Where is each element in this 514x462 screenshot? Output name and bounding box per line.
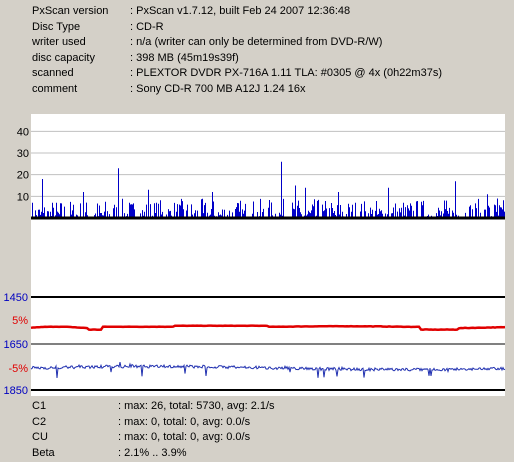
stat-label: C2 (32, 415, 47, 428)
info-label: disc capacity (32, 51, 95, 64)
info-value: : CD-R (130, 20, 164, 33)
c1-tick-label: 10 (17, 191, 29, 203)
info-label: Disc Type (32, 20, 81, 33)
jitter-tick-label: 1650 (4, 339, 28, 351)
info-value: : PLEXTOR DVDR PX-716A 1.11 TLA: #0305 @… (130, 67, 442, 79)
info-value: : 398 MB (45m19s39f) (130, 51, 239, 64)
stat-label: CU (32, 431, 48, 443)
scan-chart: 10 20 30 40 1450 1650 1850 5% -5% (0, 110, 514, 400)
plot-background (31, 114, 505, 396)
stat-value: : 2.1% .. 3.9% (118, 446, 187, 459)
stat-label: C1 (32, 400, 47, 412)
info-value: : n/a (writer can only be determined fro… (130, 36, 383, 48)
info-label: comment (32, 82, 78, 95)
jitter-tick-label: 1850 (4, 385, 28, 397)
c1-tick-label: 30 (17, 148, 29, 160)
jitter-tick-label: 1450 (4, 292, 28, 304)
stat-value: : max: 0, total: 0, avg: 0.0/s (118, 431, 251, 443)
scan-chart-svg: 10 20 30 40 1450 1650 1850 5% -5% (4, 114, 506, 397)
c1-tick-label: 20 (17, 170, 29, 182)
info-label: scanned (32, 67, 74, 79)
stat-value: : max: 0, total: 0, avg: 0.0/s (118, 415, 251, 428)
c1-tick-label: 40 (17, 126, 29, 138)
info-label: writer used (32, 36, 86, 48)
beta-tick-label: 5% (12, 315, 28, 327)
info-value: : PxScan v1.7.12, built Feb 24 2007 12:3… (130, 5, 351, 17)
info-value: : Sony CD-R 700 MB A12J 1.24 16x (130, 82, 306, 95)
stat-label: Beta (32, 446, 55, 459)
beta-tick-label: -5% (8, 363, 28, 375)
info-label: PxScan version (32, 5, 109, 17)
stat-value: : max: 26, total: 5730, avg: 2.1/s (118, 400, 275, 412)
